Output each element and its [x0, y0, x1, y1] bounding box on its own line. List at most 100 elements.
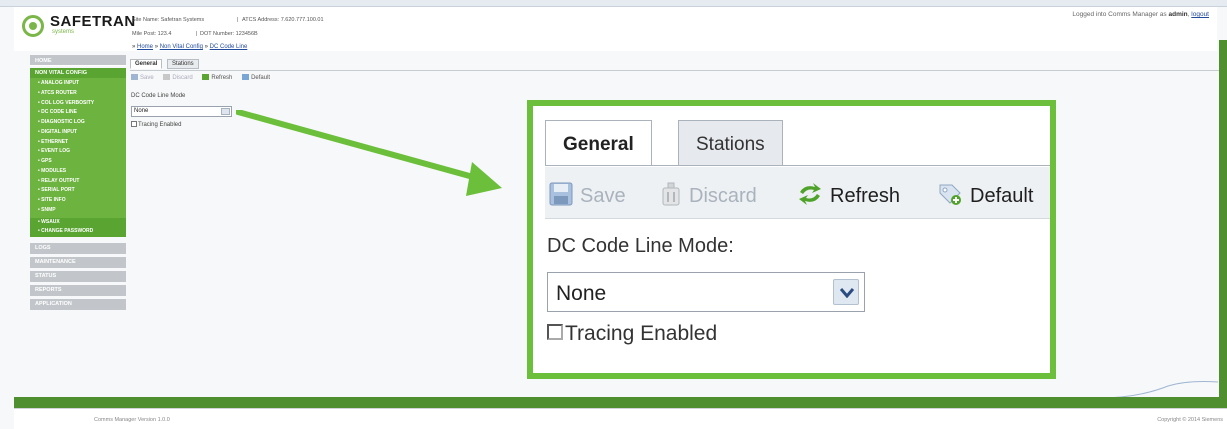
default-label: Default: [970, 185, 1034, 207]
sidebar-item[interactable]: • SITE INFO: [30, 196, 126, 206]
small-mode-select[interactable]: None: [131, 106, 232, 117]
small-discard-button[interactable]: Discard: [163, 74, 196, 81]
breadcrumb: » Home » Non Vital Config » DC Code Line: [132, 44, 247, 50]
sidebar-item-label: WSAUX: [41, 218, 60, 225]
logout-link[interactable]: logout: [1191, 11, 1209, 18]
sidebar-item[interactable]: • ANALOG INPUT: [30, 79, 126, 89]
right-border-bar: [1219, 40, 1227, 410]
sidebar-logs[interactable]: LOGS: [30, 243, 126, 254]
save-icon: [131, 74, 138, 80]
logo-name: SAFETRAN: [50, 13, 136, 30]
login-user: admin: [1168, 11, 1188, 18]
tracing-checkbox[interactable]: Tracing Enabled: [547, 322, 717, 346]
sidebar-item-change-password[interactable]: • CHANGE PASSWORD: [30, 227, 126, 237]
small-refresh-button[interactable]: Refresh: [202, 74, 236, 81]
save-label: Save: [580, 185, 626, 207]
breadcrumb-current[interactable]: DC Code Line: [210, 44, 248, 50]
tabbar: General Stations: [545, 120, 1050, 166]
sidebar-item-label: ANALOG INPUT: [40, 80, 80, 86]
refresh-icon: [202, 74, 210, 80]
small-save-button[interactable]: Save: [131, 74, 158, 81]
logo-subtitle: systems: [52, 29, 75, 35]
site-name: Site Name: Safetran Systems: [132, 17, 205, 23]
small-tracing-label: Tracing Enabled: [138, 122, 182, 128]
small-default-button[interactable]: Default: [242, 74, 274, 81]
breadcrumb-separator: »: [132, 44, 136, 50]
save-button[interactable]: Save: [549, 182, 626, 212]
sidebar-item[interactable]: • RELAY OUTPUT: [30, 177, 126, 187]
small-tab-stations[interactable]: Stations: [167, 59, 199, 69]
tab-stations[interactable]: Stations: [678, 120, 783, 166]
footer-bar: [14, 397, 1227, 408]
small-discard-label: Discard: [172, 75, 193, 81]
sidebar-item[interactable]: • DIAGNOSTIC LOG: [30, 118, 126, 128]
mode-label: DC Code Line Mode:: [547, 235, 734, 257]
small-mode-value: None: [134, 108, 149, 114]
sidebar-status[interactable]: STATUS: [30, 271, 126, 282]
sidebar-item[interactable]: • SNMP: [30, 206, 126, 216]
small-tab-general[interactable]: General: [130, 59, 163, 69]
sidebar-item-label: DC CODE LINE: [41, 109, 77, 116]
breadcrumb-separator: »: [204, 44, 208, 50]
sidebar-item-label: SITE INFO: [41, 197, 66, 203]
sidebar-item-label: ETHERNET: [41, 138, 69, 145]
footer: Comms Manager Version 1.0.0 Copyright © …: [14, 408, 1227, 429]
small-refresh-label: Refresh: [211, 75, 233, 81]
checkbox-icon[interactable]: [547, 324, 563, 340]
small-tracing-checkbox[interactable]: Tracing Enabled: [131, 121, 181, 128]
sidebar-item[interactable]: • EVENT LOG: [30, 147, 126, 157]
tracing-label: Tracing Enabled: [565, 322, 718, 345]
mode-select[interactable]: None: [547, 272, 865, 312]
sidebar-item-label: RELAY OUTPUT: [41, 177, 80, 184]
discard-icon: [660, 182, 682, 212]
sidebar-section-non-vital-config[interactable]: NON VITAL CONFIG: [30, 68, 126, 78]
footer-version: Comms Manager Version 1.0.0: [94, 417, 170, 423]
refresh-button[interactable]: Refresh: [797, 182, 900, 212]
sidebar-item[interactable]: • ATCS ROUTER: [30, 89, 126, 99]
small-tab-rule: [130, 70, 1220, 71]
sidebar-item-label: CHANGE PASSWORD: [41, 228, 94, 235]
atcs-address: ATCS Address: 7.620.777.100.01: [242, 17, 324, 23]
refresh-icon: [797, 182, 823, 212]
tab-general[interactable]: General: [545, 120, 652, 166]
checkbox-icon[interactable]: [131, 121, 137, 127]
sidebar-item-label: SERIAL PORT: [41, 187, 75, 194]
default-button[interactable]: Default: [937, 182, 1033, 212]
sidebar-item[interactable]: • DC CODE LINE: [30, 108, 126, 118]
chevron-down-icon[interactable]: [833, 279, 859, 305]
sidebar-item[interactable]: • SERIAL PORT: [30, 186, 126, 196]
sidebar-item-label: DIAGNOSTIC LOG: [41, 119, 85, 125]
browser-top-strip: [0, 0, 1227, 7]
breadcrumb-nonvital-link[interactable]: Non Vital Config: [160, 44, 203, 50]
mile-post: Mile Post: 123.4: [132, 31, 172, 37]
small-default-label: Default: [251, 75, 271, 81]
breadcrumb-separator: »: [154, 44, 159, 50]
login-status: Logged into Comms Manager as admin, logo…: [1072, 11, 1209, 18]
dot-number: DOT Number: 123456B: [200, 31, 258, 37]
sidebar-item-label: EVENT LOG: [41, 148, 71, 155]
sidebar-reports[interactable]: REPORTS: [30, 285, 126, 296]
sidebar-item-label: DIGITAL INPUT: [41, 128, 78, 135]
sidebar-item-label: COL LOG VERBOSITY: [41, 99, 95, 106]
sidebar-item[interactable]: • MODULES: [30, 167, 126, 177]
refresh-label: Refresh: [830, 185, 901, 207]
toolbar: Save Discard Refresh Default: [545, 167, 1050, 219]
breadcrumb-home-link[interactable]: Home: [137, 44, 153, 50]
sidebar-item-wsaux[interactable]: • WSAUX: [30, 217, 126, 228]
discard-button[interactable]: Discard: [660, 182, 757, 212]
default-icon: [242, 74, 250, 80]
sidebar-maintenance[interactable]: MAINTENANCE: [30, 257, 126, 268]
login-prefix: Logged into Comms Manager as: [1072, 11, 1167, 18]
sidebar-item[interactable]: • COL LOG VERBOSITY: [30, 99, 126, 109]
discard-icon: [163, 74, 171, 80]
sidebar-item[interactable]: • ETHERNET: [30, 138, 126, 148]
header-separator: |: [196, 31, 198, 37]
sidebar-application[interactable]: APPLICATION: [30, 299, 126, 310]
sidebar: HOME NON VITAL CONFIG • ANALOG INPUT • A…: [30, 55, 126, 310]
header-separator: |: [237, 17, 239, 23]
sidebar-item[interactable]: • DIGITAL INPUT: [30, 128, 126, 138]
sidebar-item[interactable]: • GPS: [30, 157, 126, 167]
sidebar-home[interactable]: HOME: [30, 55, 126, 66]
chevron-down-icon[interactable]: [221, 108, 230, 115]
sidebar-group: • ANALOG INPUT • ATCS ROUTER • COL LOG V…: [30, 78, 126, 218]
